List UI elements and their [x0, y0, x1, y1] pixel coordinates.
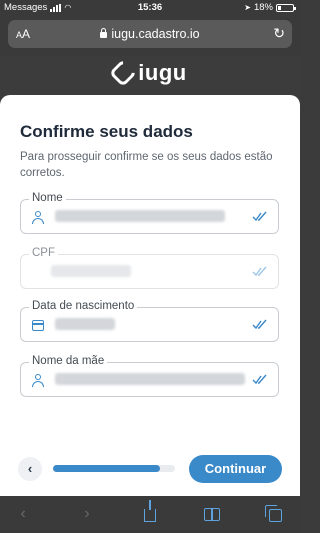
browser-toolbar: ‹ ›: [0, 496, 300, 533]
calendar-icon: [31, 318, 45, 332]
reload-icon[interactable]: ↻: [273, 25, 285, 42]
double-check-icon: [252, 211, 267, 222]
brand-name: iugu: [138, 60, 187, 85]
location-icon: ➤: [244, 3, 251, 12]
progress-bar: [53, 465, 175, 472]
person-icon: [31, 210, 45, 224]
name-value-redacted: [55, 210, 225, 222]
tabs-button[interactable]: [264, 504, 285, 524]
mother-name-field[interactable]: Nome da mãe: [20, 355, 279, 397]
lock-icon: [100, 28, 108, 38]
back-arrow-icon[interactable]: ‹: [13, 504, 33, 524]
forward-arrow-icon[interactable]: ›: [77, 504, 97, 524]
status-bar: Messages ◠ 15:36 ➤ 18%: [0, 0, 300, 16]
address-bar[interactable]: AA iugu.cadastro.io ↻: [8, 20, 292, 48]
back-button[interactable]: ‹: [18, 457, 42, 481]
double-check-icon: [252, 319, 267, 330]
name-field[interactable]: Nome: [20, 192, 279, 234]
double-check-icon: [252, 266, 267, 277]
mother-name-value-redacted: [55, 373, 245, 385]
name-label: Nome: [29, 192, 66, 204]
continue-button[interactable]: Continuar: [189, 455, 282, 483]
url-text[interactable]: iugu.cadastro.io: [111, 27, 199, 41]
bookmarks-button[interactable]: [202, 504, 222, 524]
cpf-field: CPF: [20, 247, 279, 289]
page-title: Confirme seus dados: [20, 122, 193, 141]
tabs-icon: [264, 505, 282, 522]
cpf-value-redacted: [51, 265, 131, 277]
cpf-label: CPF: [29, 247, 58, 259]
progress-bar-fill: [53, 465, 161, 472]
bookmarks-icon: [204, 508, 220, 521]
person-icon: [31, 373, 45, 387]
iugu-logo-icon: [109, 58, 138, 88]
confirm-data-card: Confirme seus dados Para prosseguir conf…: [0, 95, 300, 496]
battery-icon: [276, 3, 296, 12]
battery-percent: 18%: [253, 2, 273, 13]
birthdate-value-redacted: [55, 318, 115, 330]
brand-logo: iugu: [0, 58, 300, 88]
double-check-icon: [252, 374, 267, 385]
page-subtitle: Para prosseguir confirme se os seus dado…: [20, 151, 273, 179]
birthdate-field[interactable]: Data de nascimento: [20, 300, 279, 342]
birthdate-label: Data de nascimento: [29, 300, 138, 312]
share-icon: [144, 500, 156, 522]
mother-name-label: Nome da mãe: [29, 355, 108, 367]
share-button[interactable]: [140, 500, 160, 524]
browser-chrome: AA iugu.cadastro.io ↻: [0, 16, 300, 56]
